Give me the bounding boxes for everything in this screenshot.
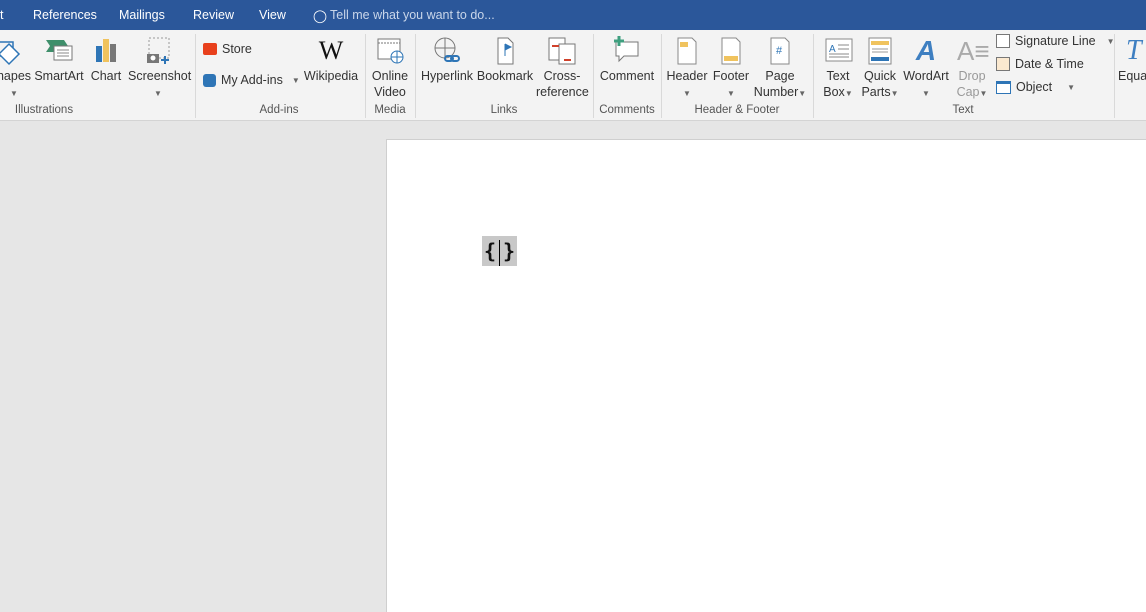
group-separator [195,34,196,118]
group-separator [1114,34,1115,118]
screenshot-icon [143,36,173,66]
tab-references[interactable]: References [33,8,97,22]
ribbon-tab-bar: t References Mailings Review View ◯ Tell… [0,0,1146,30]
wikipedia-button[interactable]: W Wikipedia [303,36,359,84]
group-separator [593,34,594,118]
wikipedia-icon: W [318,36,344,65]
svg-text:A: A [829,44,836,55]
header-icon [672,36,702,66]
drop-cap-button: A≡ Drop Cap▼ [956,36,990,99]
shapes-icon [0,36,29,66]
ribbon: hapes ▼ SmartArt Chart Screenshot ▼ Illust… [0,30,1146,121]
tell-me-search[interactable]: Tell me what you want to do... [330,8,495,22]
group-label-comments: Comments [599,104,655,116]
store-icon [203,43,217,55]
chevron-down-icon: ▼ [291,75,300,85]
online-video-icon [375,36,405,66]
comment-icon [612,36,642,66]
text-cursor [499,239,501,266]
chart-button[interactable]: Chart [88,36,124,84]
my-addins-icon [203,73,216,87]
field-code[interactable]: {} [482,236,518,266]
wordart-button[interactable]: A WordArt ▼ [902,36,950,102]
tab-mailings[interactable]: Mailings [119,8,165,22]
smartart-button[interactable]: SmartArt [34,36,84,84]
quick-parts-button[interactable]: Quick Parts▼ [860,36,900,102]
group-label-addins: Add-ins [259,104,299,116]
group-separator [415,34,416,118]
bookmark-button[interactable]: Bookmark [476,36,534,84]
group-label-header-footer: Header & Footer [694,104,780,116]
header-button[interactable]: Header ▼ [665,36,709,102]
signature-line-button[interactable]: Signature Line ▼ [996,34,1115,48]
wordart-icon: A [915,35,937,66]
quick-parts-icon [865,36,895,66]
equation-icon: T [1126,35,1142,66]
signature-line-icon [996,34,1010,48]
group-separator [661,34,662,118]
text-box-icon: A [823,36,853,66]
smartart-icon [44,36,74,66]
comment-button[interactable]: Comment [598,36,656,84]
text-box-button[interactable]: A Text Box▼ [818,36,858,102]
equation-button[interactable]: T Equa [1118,36,1146,84]
group-separator [813,34,814,118]
group-label-media: Media [374,104,406,116]
group-label-links: Links [490,104,518,116]
shapes-button[interactable]: hapes ▼ [0,36,32,102]
svg-text:#: # [776,45,783,57]
group-label-illustrations: Illustrations [14,104,74,116]
hyperlink-icon [432,36,462,66]
document-page[interactable]: {} [386,139,1146,612]
date-time-button[interactable]: Date & Time [996,57,1084,71]
object-button[interactable]: Object ▼ [996,80,1075,94]
tab-insert[interactable]: t [0,8,3,22]
my-addins-button[interactable]: My Add-ins ▼ [203,73,300,87]
group-separator [365,34,366,118]
lightbulb-icon: ◯ [313,9,327,23]
cross-reference-icon [547,36,577,66]
page-number-icon: # [765,36,795,66]
online-video-button[interactable]: Online Video [368,36,412,100]
store-button[interactable]: Store [203,42,252,56]
cross-reference-button[interactable]: Cross-reference [536,36,589,100]
footer-button[interactable]: Footer ▼ [710,36,752,102]
tab-review[interactable]: Review [193,8,234,22]
drop-cap-icon: A≡ [957,36,990,66]
chart-icon [91,36,121,66]
screenshot-button[interactable]: Screenshot ▼ [128,36,191,102]
hyperlink-button[interactable]: Hyperlink [420,36,474,84]
bookmark-icon [490,36,520,66]
calendar-clock-icon [996,57,1010,71]
object-icon [996,80,1011,94]
page-number-button[interactable]: # Page Number▼ [752,36,808,102]
footer-icon [716,36,746,66]
tab-view[interactable]: View [259,8,286,22]
group-label-text: Text [952,104,974,116]
